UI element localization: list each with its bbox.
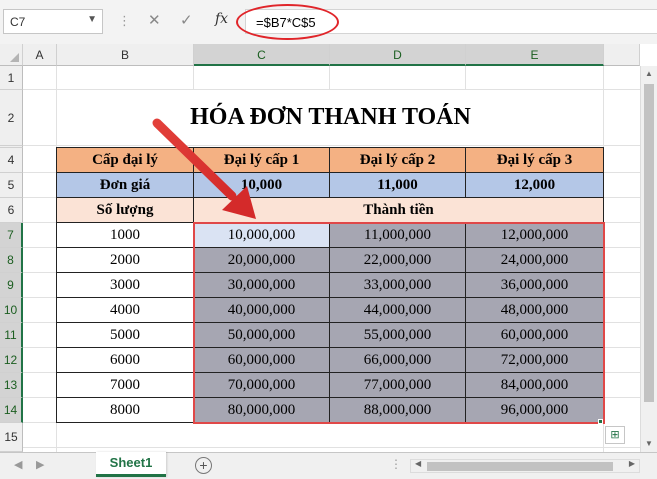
enter-icon[interactable]: ✓ <box>180 11 193 29</box>
column-header-d[interactable]: D <box>330 44 466 66</box>
column-header-f[interactable] <box>604 44 640 66</box>
row-header-8[interactable]: 8 <box>0 248 23 273</box>
fill-handle[interactable] <box>598 419 603 424</box>
header-cell-agent-3[interactable]: Đại lý cấp 3 <box>466 148 604 173</box>
quantity-cell[interactable]: 5000 <box>57 323 194 348</box>
select-all-button[interactable] <box>0 44 23 66</box>
cancel-icon[interactable]: ✕ <box>148 11 161 29</box>
chevron-down-icon[interactable]: ▼ <box>87 14 97 25</box>
quantity-label-cell[interactable]: Số lượng <box>57 198 194 223</box>
row-header-7[interactable]: 7 <box>0 223 23 248</box>
scroll-left-icon[interactable]: ◀ <box>415 459 421 468</box>
column-header-c[interactable]: C <box>194 44 330 66</box>
row-header-9[interactable]: 9 <box>0 273 23 298</box>
price-cell-agent-1[interactable]: 10,000 <box>194 173 330 198</box>
header-cell-agent-1[interactable]: Đại lý cấp 1 <box>194 148 330 173</box>
insert-function-icon[interactable]: fx <box>215 11 228 27</box>
quantity-cell[interactable]: 1000 <box>57 223 194 248</box>
name-box-value: C7 <box>10 15 26 29</box>
quantity-cell[interactable]: 4000 <box>57 298 194 323</box>
scroll-right-icon[interactable]: ▶ <box>629 459 635 468</box>
header-cell-level[interactable]: Cấp đại lý <box>57 148 194 173</box>
row-header-1[interactable]: 1 <box>0 66 23 90</box>
row-header-2[interactable]: 2 <box>0 90 23 146</box>
column-header-b[interactable]: B <box>57 44 194 66</box>
row-header-5[interactable]: 5 <box>0 173 23 198</box>
sheet-tab-bar: ◀ ▶ Sheet1 + ⋮ ◀ ▶ <box>0 452 657 479</box>
quantity-cell[interactable]: 2000 <box>57 248 194 273</box>
more-options-icon[interactable]: ⋮ <box>390 457 403 471</box>
price-cell-agent-3[interactable]: 12,000 <box>466 173 604 198</box>
row-header-15[interactable]: 15 <box>0 423 23 452</box>
horizontal-scrollbar[interactable]: ◀ ▶ <box>410 459 640 473</box>
row-header-6[interactable]: 6 <box>0 198 23 223</box>
selection-range-highlight <box>193 222 605 424</box>
row-header-11[interactable]: 11 <box>0 323 23 348</box>
more-options-icon[interactable]: ⋮ <box>118 13 131 31</box>
column-header-e[interactable]: E <box>466 44 604 66</box>
row-header-12[interactable]: 12 <box>0 348 23 373</box>
price-label-cell[interactable]: Đơn giá <box>57 173 194 198</box>
price-cell-agent-2[interactable]: 11,000 <box>330 173 466 198</box>
horizontal-scroll-thumb[interactable] <box>427 462 613 471</box>
quantity-cell[interactable]: 8000 <box>57 398 194 423</box>
row-header-14[interactable]: 14 <box>0 398 23 423</box>
scroll-down-icon[interactable]: ▼ <box>641 436 657 452</box>
quick-analysis-icon[interactable]: ⊞ <box>605 426 625 444</box>
scroll-up-icon[interactable]: ▲ <box>641 66 657 82</box>
quantity-cell[interactable]: 7000 <box>57 373 194 398</box>
quantity-cell[interactable]: 3000 <box>57 273 194 298</box>
name-box[interactable]: C7 ▼ <box>3 9 103 34</box>
row-header-10[interactable]: 10 <box>0 298 23 323</box>
total-label-cell[interactable]: Thành tiền <box>194 198 604 223</box>
next-sheet-icon[interactable]: ▶ <box>36 458 44 471</box>
row-header-13[interactable]: 13 <box>0 373 23 398</box>
column-header-a[interactable]: A <box>23 44 57 66</box>
formula-highlight-circle <box>236 4 339 40</box>
row-header-4[interactable]: 4 <box>0 148 23 173</box>
invoice-title: HÓA ĐƠN THANH TOÁN <box>190 104 471 130</box>
vertical-scroll-thumb[interactable] <box>644 84 654 402</box>
formula-bar: C7 ▼ ⋮ ✕ ✓ fx =$B7*C$5 <box>0 0 657 44</box>
prev-sheet-icon[interactable]: ◀ <box>14 458 22 471</box>
add-sheet-icon[interactable]: + <box>195 457 212 474</box>
sheet-tab-sheet1[interactable]: Sheet1 <box>96 452 166 477</box>
header-cell-agent-2[interactable]: Đại lý cấp 2 <box>330 148 466 173</box>
quantity-cell[interactable]: 6000 <box>57 348 194 373</box>
vertical-scrollbar[interactable]: ▲ ▼ <box>640 66 657 452</box>
